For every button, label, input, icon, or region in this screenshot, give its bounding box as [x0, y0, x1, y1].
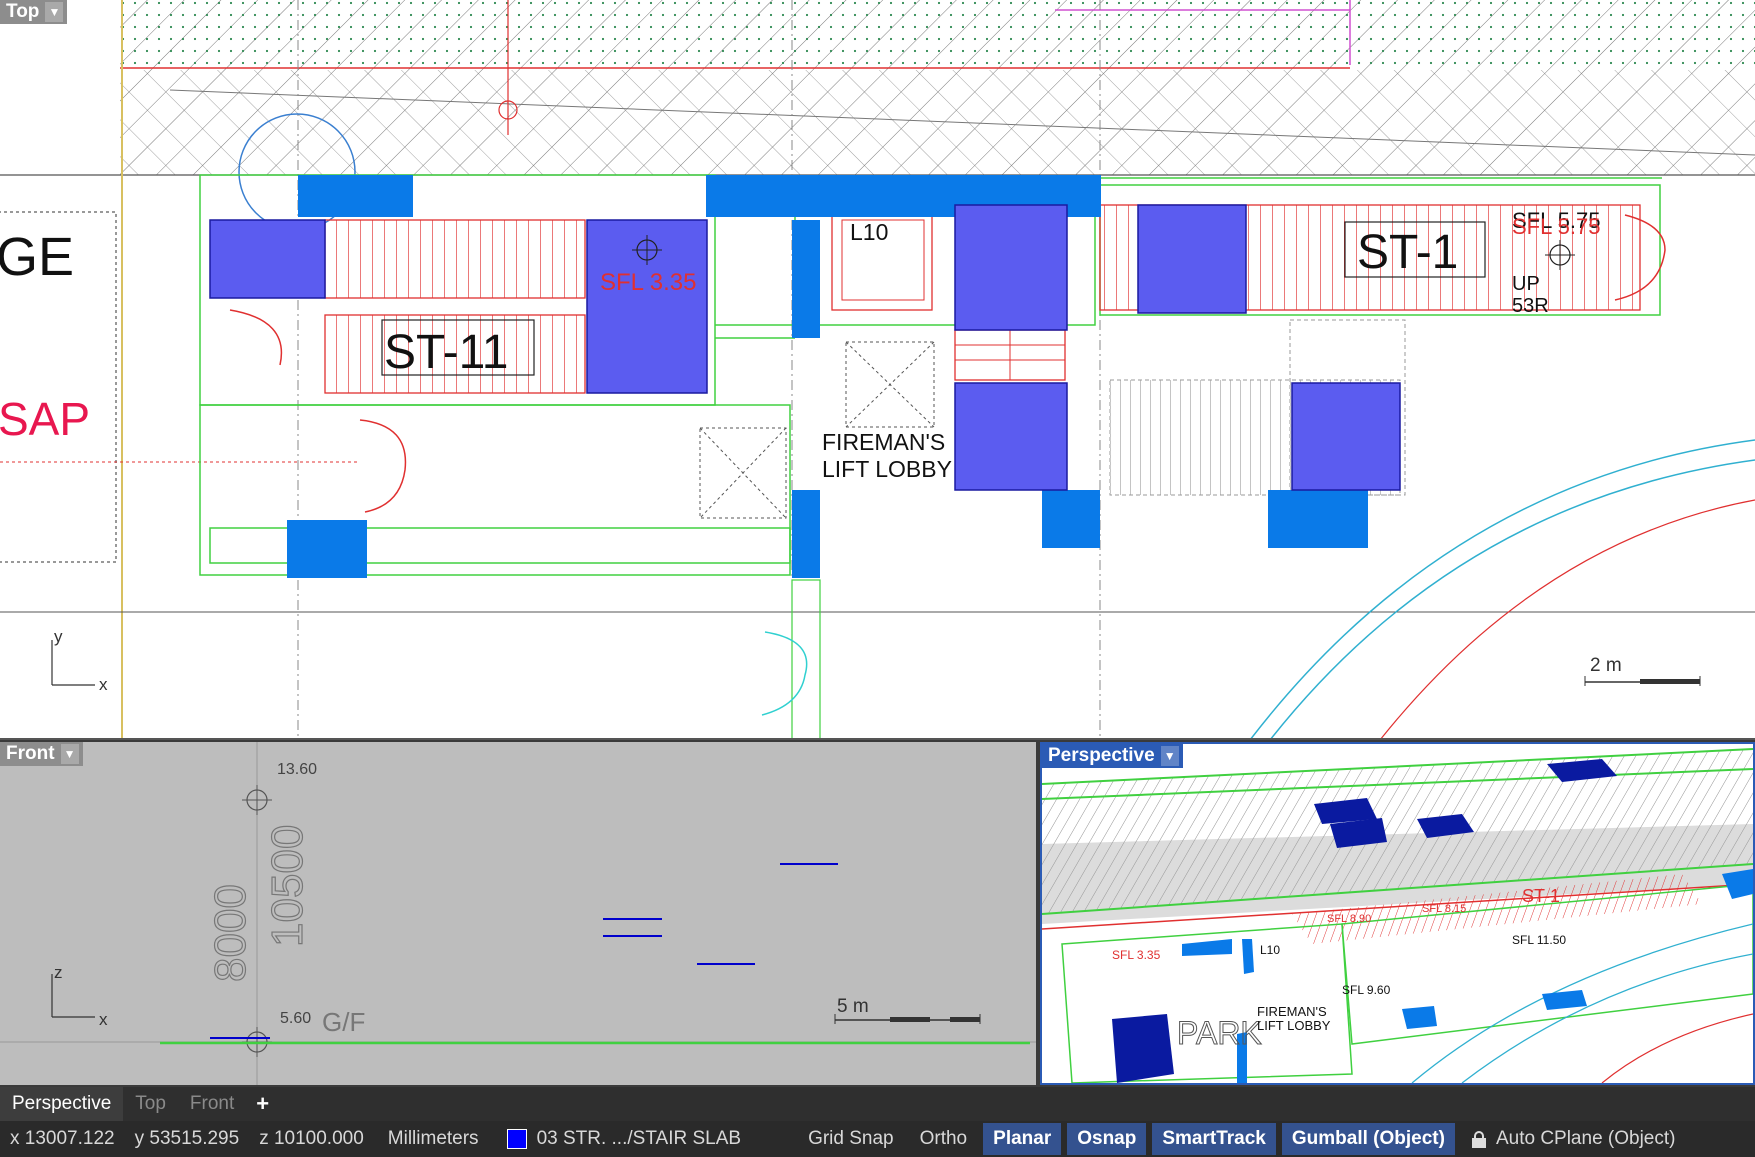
perspective-viewport-title-text[interactable]: Perspective: [1048, 745, 1155, 767]
tab-top[interactable]: Top: [123, 1087, 178, 1121]
add-tab-icon[interactable]: +: [246, 1091, 279, 1117]
label-sfl-890: SFL 8.90: [1327, 913, 1371, 925]
top-viewport-drawing: GE SAP ST-11 SFL 3.35 L10 ST-1 SFL 5.75 …: [0, 0, 1755, 738]
viewport-tab-bar: Perspective Top Front +: [0, 1087, 1755, 1121]
chevron-down-icon[interactable]: ▼: [45, 2, 64, 22]
planar-toggle[interactable]: Planar: [983, 1123, 1062, 1155]
front-viewport-title-text[interactable]: Front: [6, 743, 55, 765]
label-sfl-335: SFL 3.35: [1112, 948, 1161, 962]
coord-y: y 53515.295: [134, 1128, 240, 1149]
label-sfl-335: SFL 3.35: [600, 269, 697, 296]
label-st11: ST-11: [384, 326, 509, 379]
label-fireman: FIREMAN'S: [1257, 1004, 1327, 1019]
lock-icon: [1471, 1130, 1486, 1148]
axis-x-label: x: [99, 1010, 108, 1029]
label-st1: ST-1: [1522, 886, 1560, 906]
axis-z-label: z: [54, 963, 63, 982]
ortho-toggle[interactable]: Ortho: [910, 1123, 978, 1155]
coord-x: x 13007.122: [10, 1128, 115, 1149]
label-8000: 8000: [206, 884, 255, 982]
front-viewport-drawing: 13.60 10500 8000 5.60 G/F z x 5 m: [0, 742, 1036, 1085]
auto-cplane-label: Auto CPlane (Object): [1495, 1128, 1676, 1149]
label-ge: GE: [0, 227, 74, 287]
label-53r: 53R: [1512, 295, 1549, 317]
layer-color-swatch: [506, 1128, 527, 1149]
label-st1: ST-1: [1357, 226, 1458, 279]
top-viewport-title[interactable]: Top ▼: [0, 0, 68, 24]
label-sfl-1150: SFL 11.50: [1512, 933, 1566, 947]
grid-snap-toggle[interactable]: Grid Snap: [798, 1123, 904, 1155]
axis-x-label: x: [99, 675, 108, 694]
coord-z: z 10100.000: [259, 1128, 364, 1149]
label-park: PARK: [1177, 1015, 1262, 1051]
current-layer-name: 03 STR. .../STAIR SLAB: [536, 1128, 742, 1149]
label-560: 5.60: [280, 1010, 311, 1027]
label-fireman: FIREMAN'S: [822, 429, 945, 455]
front-viewport[interactable]: 13.60 10500 8000 5.60 G/F z x 5 m Front …: [0, 742, 1036, 1085]
label-sap: SAP: [0, 393, 90, 445]
status-bar: x 13007.122 y 53515.295 z 10100.000 Mill…: [0, 1121, 1755, 1157]
perspective-viewport-title[interactable]: Perspective ▼: [1042, 744, 1183, 768]
chevron-down-icon[interactable]: ▼: [1160, 746, 1179, 766]
label-l10: L10: [1260, 943, 1280, 957]
axis-y-label: y: [54, 627, 63, 646]
label-gf: G/F: [322, 1007, 365, 1037]
top-viewport[interactable]: GE SAP ST-11 SFL 3.35 L10 ST-1 SFL 5.75 …: [0, 0, 1755, 740]
label-sfl-960: SFL 9.60: [1342, 983, 1391, 997]
front-viewport-title[interactable]: Front ▼: [0, 742, 83, 766]
label-lift-lobby: LIFT LOBBY: [822, 456, 952, 482]
label-lift-lobby: LIFT LOBBY: [1257, 1018, 1331, 1033]
osnap-toggle[interactable]: Osnap: [1067, 1123, 1147, 1155]
label-up: UP: [1512, 273, 1540, 295]
top-viewport-title-text[interactable]: Top: [6, 1, 39, 23]
auto-cplane[interactable]: Auto CPlane (Object): [1458, 1121, 1690, 1157]
label-sfl-575-b: SFL 5.75: [1512, 214, 1600, 239]
perspective-viewport[interactable]: L10 ST-1 SFL 3.35 SFL 9.60 SFL 11.50 SFL…: [1040, 742, 1755, 1085]
tab-front[interactable]: Front: [178, 1087, 246, 1121]
scale-label: 2 m: [1590, 655, 1622, 676]
scale-label: 5 m: [837, 996, 869, 1017]
label-sfl-815: SFL 8.15: [1422, 903, 1466, 915]
perspective-viewport-drawing: L10 ST-1 SFL 3.35 SFL 9.60 SFL 11.50 SFL…: [1042, 748, 1753, 1083]
chevron-down-icon[interactable]: ▼: [60, 744, 79, 764]
label-10500: 10500: [263, 825, 312, 947]
gumball-toggle[interactable]: Gumball (Object): [1281, 1123, 1455, 1155]
units-display[interactable]: Millimeters: [374, 1121, 493, 1157]
smarttrack-toggle[interactable]: SmartTrack: [1152, 1123, 1276, 1155]
label-1360: 13.60: [277, 761, 317, 778]
current-layer[interactable]: 03 STR. .../STAIR SLAB: [493, 1121, 756, 1157]
label-l10: L10: [850, 219, 888, 245]
tab-perspective[interactable]: Perspective: [0, 1087, 124, 1121]
